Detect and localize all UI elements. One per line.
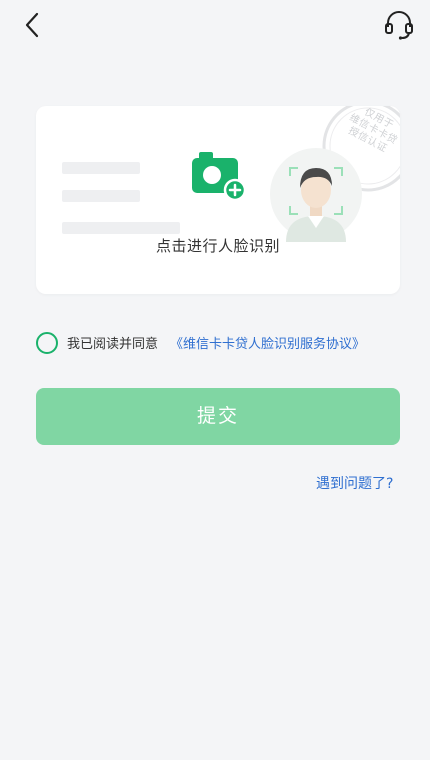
agreement-prefix: 我已阅读并同意 [67,337,159,352]
face-recognition-prompt: 点击进行人脸识别 [155,237,280,255]
chevron-left-icon [25,12,39,38]
face-illustration [270,148,362,242]
customer-service-button[interactable] [382,8,416,42]
headset-icon [385,11,413,40]
camera-add-icon [192,152,247,202]
submit-button[interactable]: 提交 [36,388,400,445]
help-link[interactable]: 遇到问题了? [316,473,393,493]
agreement-row: 我已阅读并同意 《维信卡卡贷人脸识别服务协议》 [36,330,416,356]
agreement-link[interactable]: 《维信卡卡贷人脸识别服务协议》 [170,333,365,352]
back-button[interactable] [18,10,48,40]
top-bar [0,0,430,50]
face-recognition-card[interactable]: 仅用于 维信卡卡贷 授信认证 点击进行人脸识别 [36,106,400,294]
camera-add-button[interactable] [190,148,248,202]
agreement-checkbox[interactable] [36,332,58,354]
